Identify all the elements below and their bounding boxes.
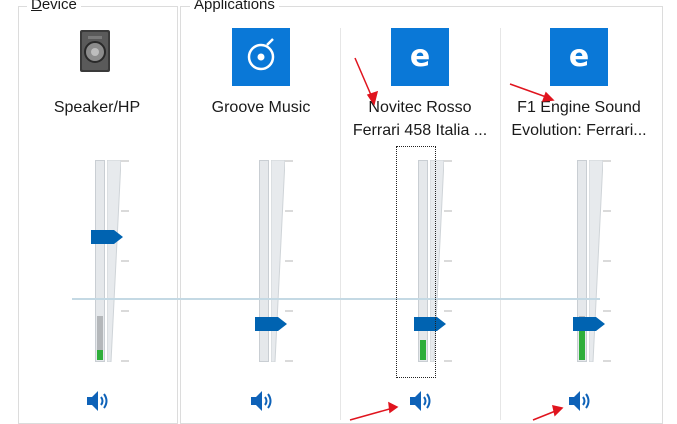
annotation-arrowhead [541,91,555,102]
annotation-arrowhead [388,401,399,414]
annotation-arrowhead [552,405,564,417]
annotation-arrow [509,83,550,99]
annotation-arrowhead [366,90,379,106]
annotation-arrows [349,57,564,421]
annotation-arrow [349,407,394,421]
